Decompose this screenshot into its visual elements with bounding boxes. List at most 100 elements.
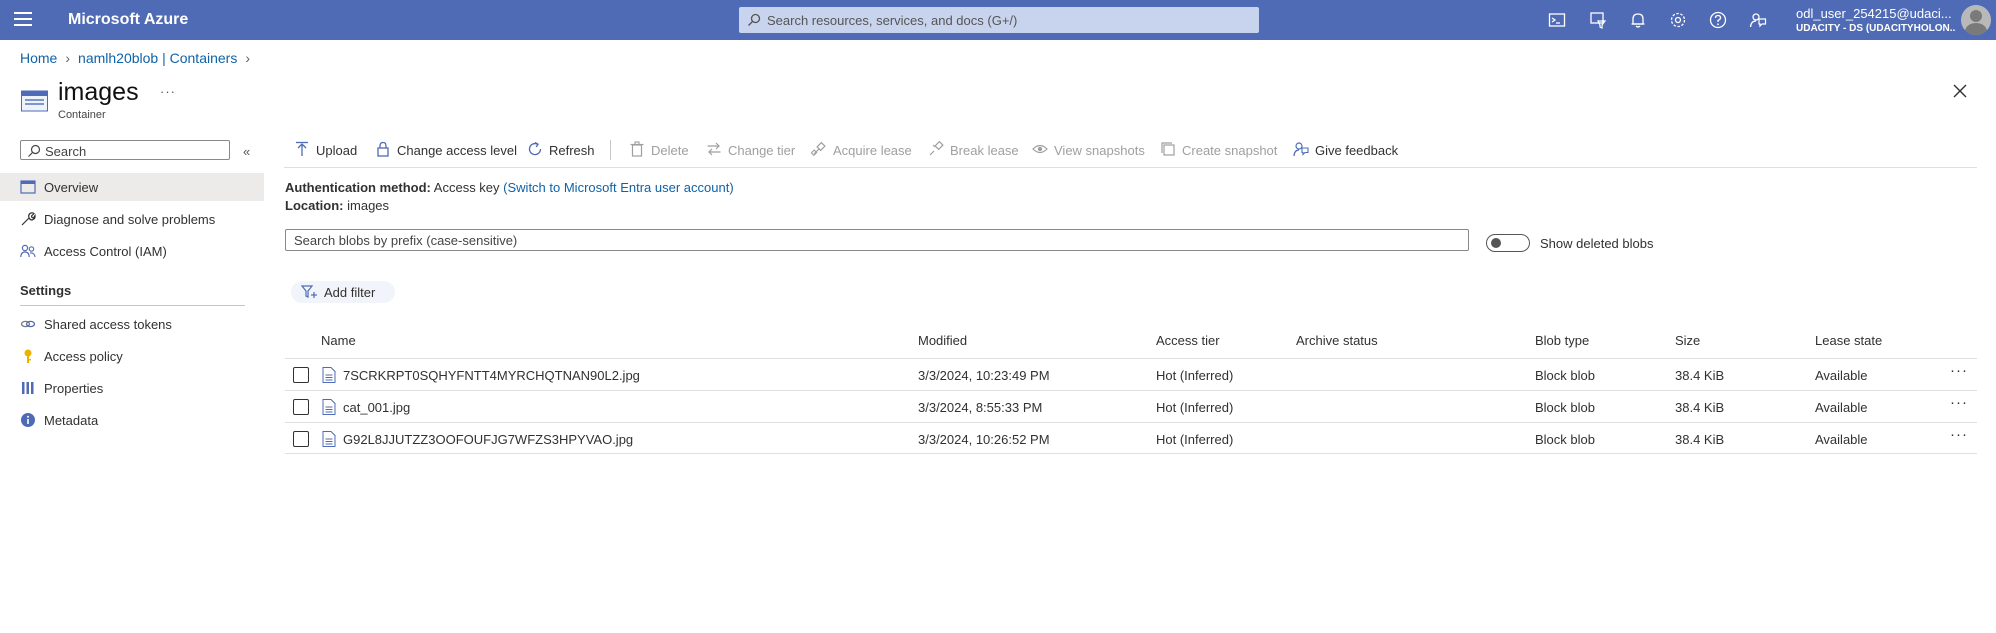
- collapse-nav-button[interactable]: «: [243, 144, 250, 159]
- cell-modified: 3/3/2024, 8:55:33 PM: [918, 400, 1043, 415]
- nav-item-shared-access-tokens[interactable]: Shared access tokens: [0, 310, 264, 338]
- feedback-icon: [1293, 142, 1309, 157]
- row-checkbox[interactable]: [293, 367, 309, 383]
- breadcrumb-containers[interactable]: namlh20blob | Containers: [78, 50, 237, 66]
- nav-item-access-policy[interactable]: Access policy: [0, 342, 264, 370]
- blob-search-placeholder: Search blobs by prefix (case-sensitive): [294, 233, 518, 248]
- title-more-button[interactable]: ···: [160, 84, 176, 99]
- top-bar: Microsoft Azure Search resources, servic…: [0, 0, 1996, 40]
- auth-method-value: Access key: [433, 180, 500, 195]
- brand-title[interactable]: Microsoft Azure: [68, 11, 188, 29]
- create-snapshot-label: Create snapshot: [1182, 143, 1278, 158]
- user-avatar-icon: [1964, 10, 1988, 35]
- cell-size: 38.4 KiB: [1675, 368, 1725, 383]
- nav-item-metadata[interactable]: Metadata: [0, 406, 264, 434]
- table-row[interactable]: G92L8JJUTZZ3OOFOUFJG7WFZS3HPYVAO.jpg 3/3…: [285, 422, 1977, 454]
- row-more-button[interactable]: ···: [1950, 426, 1968, 443]
- avatar[interactable]: [1961, 5, 1991, 35]
- swap-icon: [707, 142, 721, 156]
- broken-link-icon: [929, 141, 944, 156]
- row-more-button[interactable]: ···: [1950, 394, 1968, 411]
- nav-item-label: Diagnose and solve problems: [44, 212, 216, 227]
- blob-name-link[interactable]: 7SCRKRPT0SQHYFNTT4MYRCHQTNAN90L2.jpg: [343, 368, 640, 383]
- column-header-name[interactable]: Name: [321, 333, 356, 348]
- nav-item-label: Overview: [44, 180, 99, 195]
- user-name: odl_user_254215@udaci...: [1796, 6, 1952, 21]
- key-icon: [24, 349, 32, 363]
- divider: [20, 305, 245, 306]
- cell-blob-type: Block blob: [1535, 432, 1595, 447]
- toggle-knob: [1491, 238, 1501, 248]
- blob-name-link[interactable]: G92L8JJUTZZ3OOFOUFJG7WFZS3HPYVAO.jpg: [343, 432, 633, 447]
- cell-lease-state: Available: [1815, 400, 1868, 415]
- nav-search-input[interactable]: Search: [20, 140, 230, 160]
- auth-method-row: Authentication method: Access key (Switc…: [285, 180, 734, 195]
- bell-icon[interactable]: [1629, 11, 1647, 29]
- column-header-modified[interactable]: Modified: [918, 333, 967, 348]
- nav-search-placeholder: Search: [45, 144, 87, 159]
- cell-access-tier: Hot (Inferred): [1156, 368, 1234, 383]
- directory-filter-icon[interactable]: [1589, 11, 1607, 29]
- show-deleted-toggle[interactable]: [1486, 234, 1530, 252]
- divider: [284, 167, 1977, 168]
- breadcrumb: Home › namlh20blob | Containers ›: [20, 50, 258, 66]
- nav-item-overview[interactable]: Overview: [0, 173, 264, 201]
- feedback-icon[interactable]: [1749, 11, 1767, 29]
- row-checkbox[interactable]: [293, 431, 309, 447]
- cell-size: 38.4 KiB: [1675, 400, 1725, 415]
- column-header-archive-status[interactable]: Archive status: [1296, 333, 1378, 348]
- show-deleted-label: Show deleted blobs: [1540, 236, 1654, 251]
- user-account[interactable]: odl_user_254215@udaci... UDACITY - DS (U…: [1796, 6, 1956, 34]
- cell-blob-type: Block blob: [1535, 400, 1595, 415]
- file-icon: [322, 431, 336, 447]
- global-search-input[interactable]: Search resources, services, and docs (G+…: [739, 7, 1259, 33]
- help-icon[interactable]: [1709, 11, 1727, 29]
- location-label: Location:: [285, 198, 344, 213]
- table-row[interactable]: cat_001.jpg 3/3/2024, 8:55:33 PM Hot (In…: [285, 390, 1977, 422]
- breadcrumb-home[interactable]: Home: [20, 50, 57, 66]
- table-row[interactable]: 7SCRKRPT0SQHYFNTT4MYRCHQTNAN90L2.jpg 3/3…: [285, 358, 1977, 390]
- blob-search-input[interactable]: Search blobs by prefix (case-sensitive): [285, 229, 1469, 251]
- nav-item-label: Metadata: [44, 413, 99, 428]
- view-snapshots-label: View snapshots: [1054, 143, 1145, 158]
- filter-icon: [301, 285, 317, 298]
- close-icon[interactable]: [1951, 82, 1969, 100]
- overview-icon: [20, 180, 36, 194]
- column-header-size[interactable]: Size: [1675, 333, 1700, 348]
- location-row: Location: images: [285, 198, 389, 213]
- column-header-lease-state[interactable]: Lease state: [1815, 333, 1882, 348]
- nav-item-label: Access Control (IAM): [44, 244, 167, 259]
- give-feedback-label: Give feedback: [1315, 143, 1399, 158]
- cell-lease-state: Available: [1815, 432, 1868, 447]
- eye-icon: [1032, 144, 1048, 154]
- cell-modified: 3/3/2024, 10:23:49 PM: [918, 368, 1050, 383]
- delete-label: Delete: [651, 143, 689, 158]
- file-icon: [322, 367, 336, 383]
- global-search-placeholder: Search resources, services, and docs (G+…: [767, 13, 1018, 28]
- acquire-lease-label: Acquire lease: [833, 143, 912, 158]
- nav-item-label: Properties: [44, 381, 104, 396]
- lock-icon: [377, 141, 389, 157]
- change-tier-label: Change tier: [728, 143, 796, 158]
- column-header-access-tier[interactable]: Access tier: [1156, 333, 1220, 348]
- link-icon: [20, 320, 36, 328]
- nav-item-properties[interactable]: Properties: [0, 374, 264, 402]
- hamburger-menu-icon[interactable]: [14, 12, 32, 28]
- break-lease-label: Break lease: [950, 143, 1019, 158]
- nav-item-label: Access policy: [44, 349, 123, 364]
- chevron-right-icon: ›: [65, 50, 71, 66]
- toolbar-divider: [610, 140, 611, 160]
- gear-icon[interactable]: [1669, 11, 1687, 29]
- search-icon: [748, 13, 761, 26]
- location-value: images: [347, 198, 390, 213]
- row-checkbox[interactable]: [293, 399, 309, 415]
- blob-name-link[interactable]: cat_001.jpg: [343, 400, 410, 415]
- page-subtitle: Container: [58, 109, 106, 121]
- add-filter-button[interactable]: Add filter: [291, 281, 395, 303]
- nav-item-iam[interactable]: Access Control (IAM): [0, 237, 264, 265]
- cloud-shell-icon[interactable]: [1548, 11, 1566, 29]
- switch-auth-link[interactable]: (Switch to Microsoft Entra user account): [503, 180, 733, 195]
- nav-item-diagnose[interactable]: Diagnose and solve problems: [0, 205, 264, 233]
- column-header-blob-type[interactable]: Blob type: [1535, 333, 1589, 348]
- row-more-button[interactable]: ···: [1950, 362, 1968, 379]
